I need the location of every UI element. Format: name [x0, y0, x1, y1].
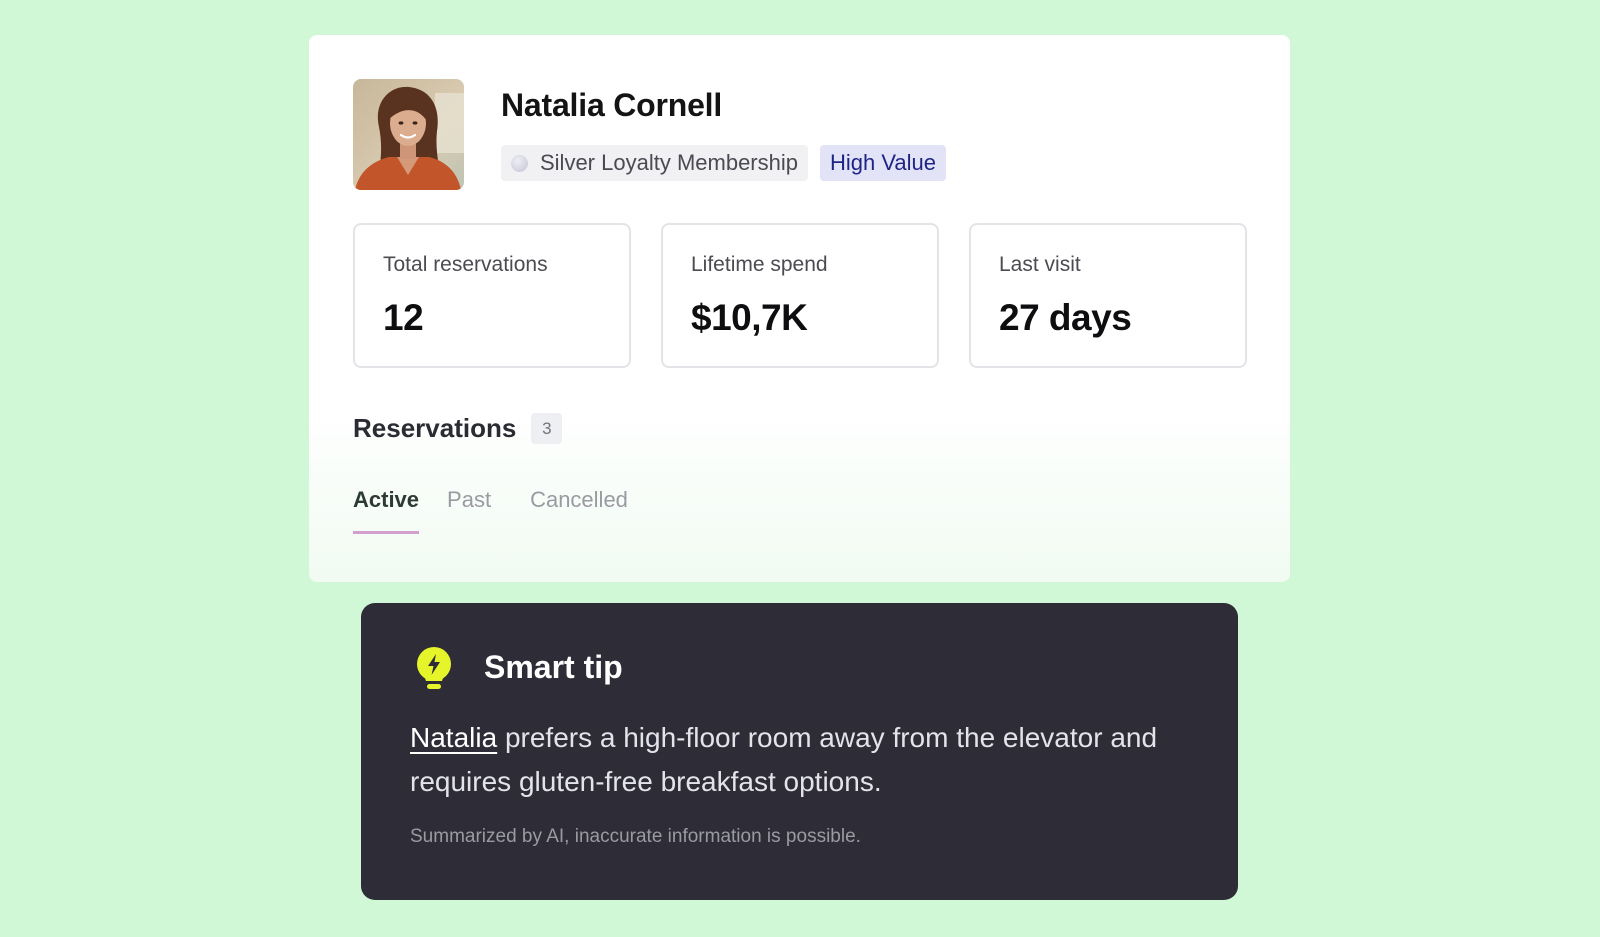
avatar-photo: [353, 79, 464, 190]
reservations-header: Reservations 3: [353, 413, 563, 444]
tab-active[interactable]: Active: [353, 487, 420, 534]
stat-value: 27 days: [999, 297, 1132, 338]
stats-row: Total reservations 12 Lifetime spend $10…: [353, 223, 1247, 368]
stat-value: $10,7K: [691, 297, 808, 338]
stat-label: Last visit: [999, 253, 1081, 276]
reservations-count-badge: 3: [531, 413, 563, 444]
avatar: [353, 79, 464, 190]
smart-tip-title: Smart tip: [484, 649, 623, 685]
high-value-badge: High Value: [819, 145, 946, 181]
guest-badges: Silver Loyalty Membership High Value: [501, 145, 946, 181]
tab-cancelled[interactable]: Cancelled: [530, 487, 628, 534]
reservation-tabs: Active Past Cancelled: [353, 487, 667, 534]
stat-card-last-visit: Last visit 27 days: [969, 223, 1247, 368]
guest-name-link[interactable]: Natalia: [410, 722, 497, 753]
ai-disclaimer: Summarized by AI, inaccurate information…: [410, 826, 861, 847]
silver-dot-icon: [511, 154, 528, 172]
high-value-badge-label: High Value: [829, 150, 936, 175]
stat-card-lifetime-spend: Lifetime spend $10,7K: [661, 223, 939, 368]
loyalty-badge-label: Silver Loyalty Membership: [540, 150, 798, 175]
guest-name: Natalia Cornell: [501, 87, 723, 123]
stat-card-total-reservations: Total reservations 12: [353, 223, 631, 368]
smart-tip-body: Natalia prefers a high-floor room away f…: [410, 716, 1170, 804]
smart-tip-panel: Smart tip Natalia prefers a high-floor r…: [361, 603, 1238, 900]
stat-label: Total reservations: [383, 253, 548, 276]
tab-past[interactable]: Past: [447, 487, 491, 534]
page: Natalia Cornell Silver Loyalty Membershi…: [0, 0, 1600, 937]
guest-profile-card: Natalia Cornell Silver Loyalty Membershi…: [309, 35, 1290, 582]
stat-label: Lifetime spend: [691, 253, 828, 276]
loyalty-badge: Silver Loyalty Membership: [501, 145, 808, 181]
stat-value: 12: [383, 297, 424, 338]
smart-tip-text: prefers a high-floor room away from the …: [410, 722, 1158, 797]
reservations-title: Reservations: [353, 413, 517, 443]
lightbulb-bolt-icon: [417, 647, 451, 689]
